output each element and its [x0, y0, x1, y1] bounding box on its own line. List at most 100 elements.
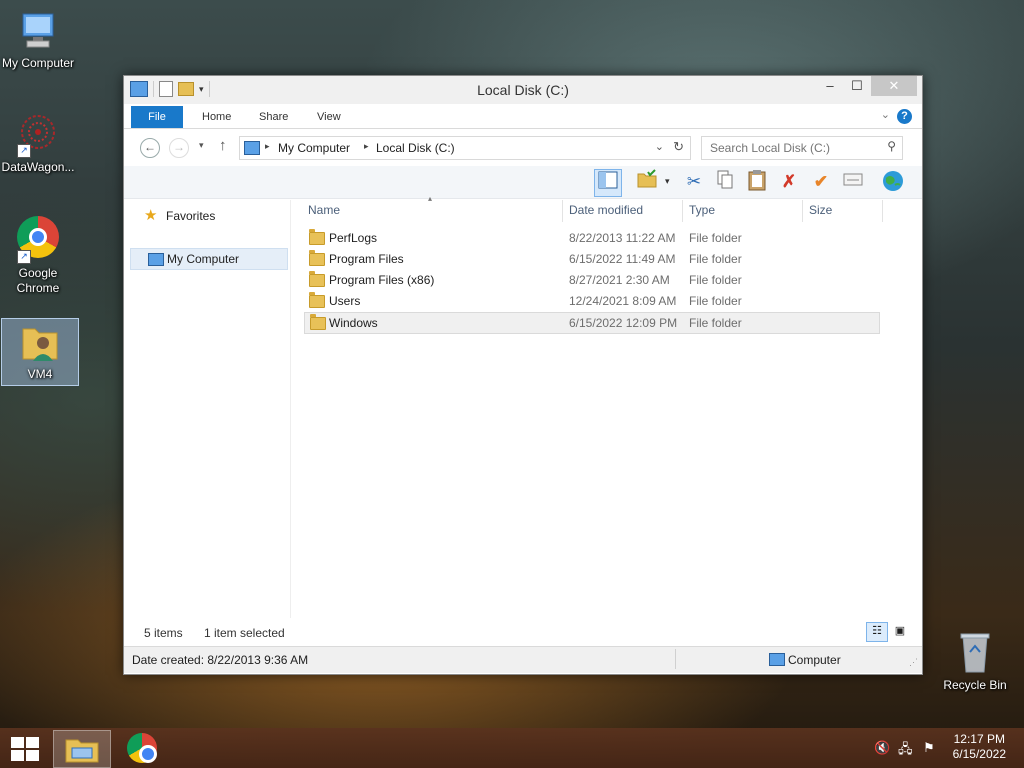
ribbon-tabs: File Home Share View ⌄ ?	[124, 106, 922, 129]
nav-item-favorites[interactable]: ★ Favorites	[130, 206, 286, 226]
tab-file[interactable]: File	[131, 106, 183, 128]
explorer-window: ▾ Local Disk (C:) – ☐ ✕ File Home Share …	[123, 75, 923, 675]
paste-icon[interactable]	[744, 169, 770, 195]
desktop-icon-datawagon[interactable]: ↗ DataWagon...	[0, 112, 76, 175]
title-bar[interactable]: ▾ Local Disk (C:) – ☐ ✕	[124, 76, 922, 104]
star-icon: ★	[144, 207, 158, 224]
folder-icon	[309, 250, 325, 266]
properties-icon[interactable]	[840, 169, 866, 195]
nav-item-label: Favorites	[166, 209, 216, 223]
table-row[interactable]: Users 12/24/2021 8:09 AM File folder	[304, 291, 878, 311]
file-date: 6/15/2022 12:09 PM	[569, 316, 678, 330]
file-explorer-icon	[65, 739, 99, 763]
datawagon-icon: ↗	[15, 112, 61, 158]
recent-locations-icon[interactable]: ▾	[199, 140, 204, 151]
file-list: ▴ Name Date modified Type Size PerfLogs …	[304, 194, 914, 618]
help-icon[interactable]: ?	[897, 109, 912, 124]
column-header-name[interactable]: Name	[308, 203, 340, 223]
computer-small-icon	[148, 253, 164, 266]
cut-icon[interactable]: ✂	[681, 169, 707, 195]
window-title: Local Disk (C:)	[477, 82, 569, 98]
column-header-size[interactable]: Size	[809, 203, 832, 223]
column-divider[interactable]	[562, 200, 563, 222]
item-count: 5 items	[144, 626, 183, 640]
forward-button[interactable]: →	[169, 138, 189, 158]
start-button[interactable]	[11, 737, 39, 761]
desktop-icon-label: Recycle Bin	[943, 678, 1007, 692]
nav-item-my-computer[interactable]: My Computer	[130, 248, 288, 270]
file-type: File folder	[689, 273, 742, 287]
resize-grip-icon[interactable]: ⋰	[909, 657, 918, 668]
sort-indicator-icon: ▴	[428, 194, 433, 203]
system-clock[interactable]: 12:17 PM 6/15/2022	[953, 732, 1006, 762]
tab-share[interactable]: Share	[247, 106, 300, 128]
address-dropdown-icon[interactable]: ⌄	[655, 140, 664, 153]
close-button[interactable]: ✕	[871, 76, 917, 96]
clock-date: 6/15/2022	[952, 747, 1006, 761]
date-created: Date created: 8/22/2013 9:36 AM	[132, 653, 309, 667]
search-input[interactable]	[702, 137, 882, 159]
chrome-icon: ↗	[15, 216, 61, 264]
column-header-type[interactable]: Type	[689, 203, 715, 223]
breadcrumb-my-computer[interactable]: My Computer	[278, 141, 350, 155]
expand-ribbon-icon[interactable]: ⌄	[881, 108, 890, 121]
address-bar[interactable]: ▸ My Computer ▸ Local Disk (C:) ⌄ ↻	[239, 136, 691, 160]
shortcut-arrow-icon: ↗	[17, 144, 31, 158]
column-divider[interactable]	[802, 200, 803, 222]
chrome-icon	[127, 733, 157, 763]
maximize-button[interactable]: ☐	[846, 76, 868, 96]
navigation-bar: ← → ▾ ↑ ▸ My Computer ▸ Local Disk (C:) …	[124, 132, 922, 164]
search-icon[interactable]: ⚲	[887, 139, 896, 153]
desktop-icon-my-computer[interactable]: My Computer	[0, 8, 76, 71]
refresh-icon[interactable]: ↻	[673, 139, 684, 155]
file-name: Program Files (x86)	[329, 273, 435, 287]
file-date: 8/22/2013 11:22 AM	[569, 231, 676, 245]
network-icon[interactable]: 🖧	[898, 740, 913, 762]
action-center-icon[interactable]: ⚑	[923, 740, 935, 756]
folder-options-dropdown-icon[interactable]: ▾	[665, 176, 670, 187]
column-divider[interactable]	[682, 200, 683, 222]
taskbar-google-chrome[interactable]	[115, 730, 171, 766]
delete-icon[interactable]: ✗	[776, 169, 802, 195]
details-view-button[interactable]: ☷	[866, 622, 888, 642]
column-divider[interactable]	[882, 200, 883, 222]
table-row[interactable]: Program Files 6/15/2022 11:49 AM File fo…	[304, 249, 878, 269]
taskbar-file-explorer[interactable]	[53, 730, 111, 768]
folder-options-icon[interactable]	[634, 169, 660, 195]
file-name: Windows	[329, 316, 378, 330]
search-box[interactable]: ⚲	[701, 136, 903, 160]
column-header-date-modified[interactable]: Date modified	[569, 203, 643, 223]
tab-view[interactable]: View	[305, 106, 353, 128]
recycle-bin-icon	[952, 630, 998, 676]
file-date: 6/15/2022 11:49 AM	[569, 252, 676, 266]
desktop-icon-label: DataWagon...	[1, 160, 75, 174]
back-button[interactable]: ←	[140, 138, 160, 158]
up-button[interactable]: ↑	[219, 137, 227, 154]
desktop-icon-google-chrome[interactable]: ↗ Google Chrome	[0, 216, 76, 296]
breadcrumb-chevron-icon[interactable]: ▸	[364, 141, 369, 152]
tab-home[interactable]: Home	[190, 106, 243, 128]
folder-icon	[309, 271, 325, 287]
table-row[interactable]: Windows 6/15/2022 12:09 PM File folder	[304, 312, 880, 334]
rename-check-icon[interactable]: ✔	[808, 169, 834, 195]
clock-time: 12:17 PM	[953, 732, 1005, 746]
command-toolbar: ▾ ✂ ✗ ✔	[124, 166, 922, 199]
details-bar: Date created: 8/22/2013 9:36 AM Computer…	[124, 646, 922, 673]
navigation-pane: ★ Favorites My Computer	[130, 200, 291, 618]
location-label: Computer	[788, 653, 841, 667]
copy-icon[interactable]	[712, 169, 738, 195]
large-icons-view-button[interactable]: ▣	[889, 622, 911, 642]
preview-pane-button[interactable]	[594, 169, 622, 197]
table-row[interactable]: PerfLogs 8/22/2013 11:22 AM File folder	[304, 228, 878, 248]
table-row[interactable]: Program Files (x86) 8/27/2021 2:30 AM Fi…	[304, 270, 878, 290]
minimize-button[interactable]: –	[819, 76, 841, 96]
globe-icon[interactable]	[880, 169, 906, 195]
file-type: File folder	[689, 316, 742, 330]
breadcrumb-local-disk[interactable]: Local Disk (C:)	[376, 141, 455, 155]
volume-muted-icon[interactable]: 🔇	[874, 740, 890, 756]
desktop-icon-recycle-bin[interactable]: Recycle Bin	[937, 630, 1013, 693]
computer-icon	[15, 8, 61, 54]
status-bar: 5 items 1 item selected	[124, 624, 922, 642]
breadcrumb-chevron-icon[interactable]: ▸	[265, 141, 270, 152]
desktop-icon-vm4[interactable]: VM4	[1, 318, 79, 386]
